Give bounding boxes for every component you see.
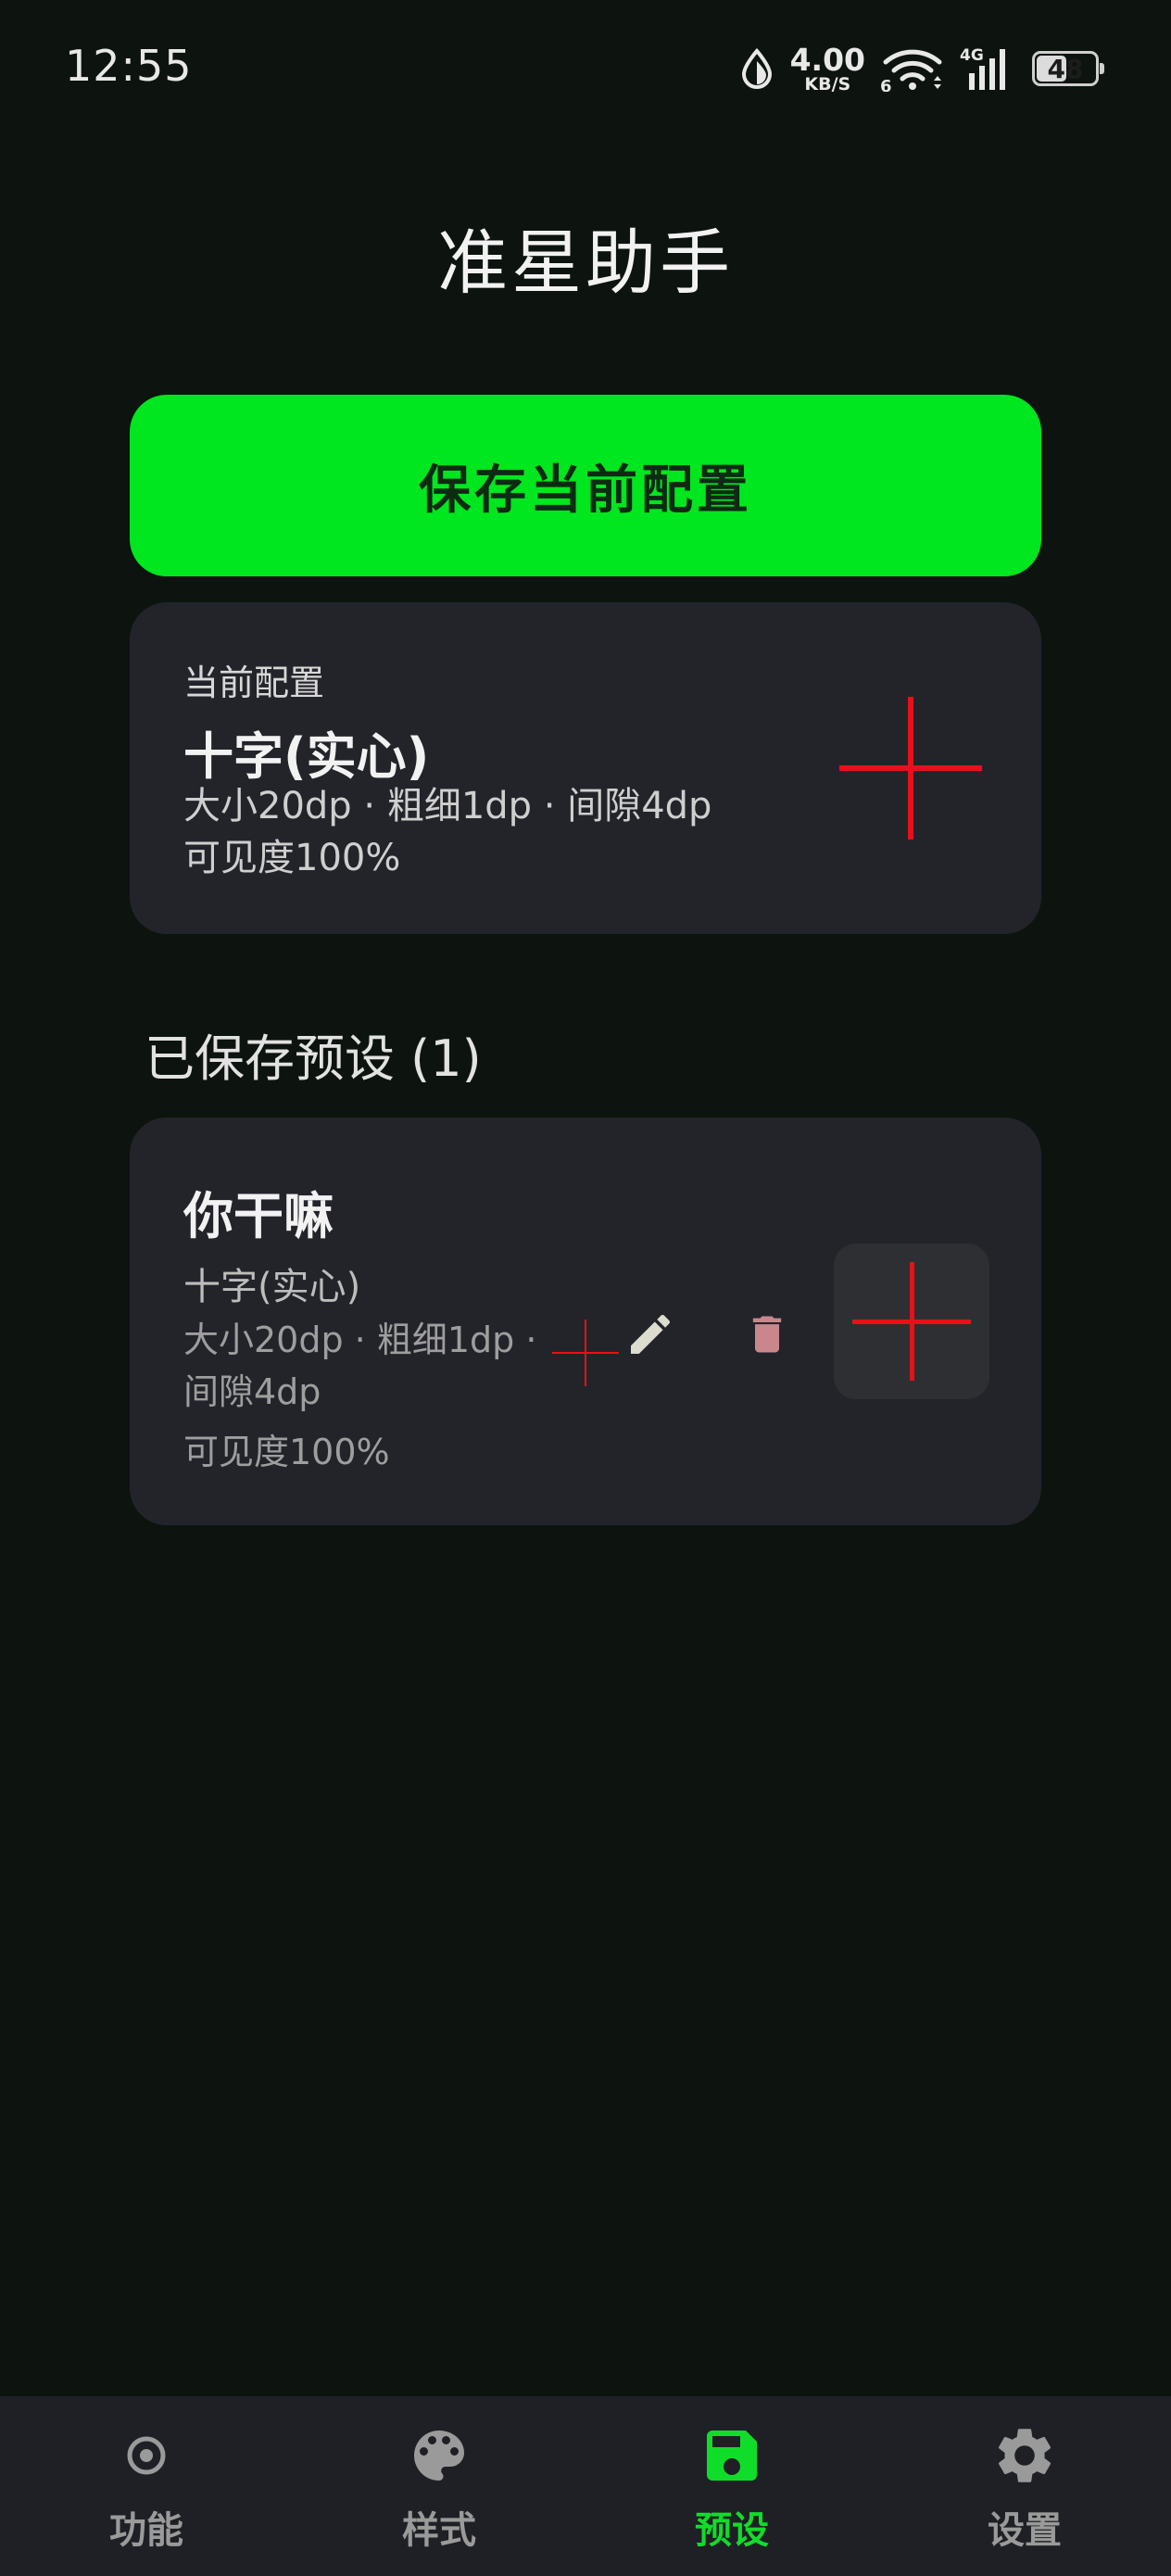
current-config-details: 大小20dp · 粗细1dp · 间隙4dp 可见度100% xyxy=(183,780,832,884)
delete-preset-button[interactable] xyxy=(723,1290,812,1379)
net-speed-unit: KB/S xyxy=(804,73,851,95)
saved-presets-heading: 已保存预设 (1) xyxy=(145,1029,482,1088)
palette-icon xyxy=(414,2431,464,2481)
preset-type: 十字(实心) xyxy=(183,1266,361,1308)
save-current-config-button[interactable]: 保存当前配置 xyxy=(130,395,1041,576)
nav-item-settings[interactable]: 设置 xyxy=(878,2396,1171,2576)
cell-signal-icon: 4G xyxy=(960,46,1005,90)
status-icons: 4.00 KB/S 6 4G 48 xyxy=(738,41,1104,96)
preset-params: 大小20dp · 粗细1dp · 间隙4dp xyxy=(183,1320,537,1412)
nav-item-style[interactable]: 样式 xyxy=(293,2396,586,2576)
nav-item-function[interactable]: 功能 xyxy=(0,2396,293,2576)
current-config-label: 当前配置 xyxy=(183,663,325,703)
pencil-icon xyxy=(631,1314,671,1354)
nav-label: 功能 xyxy=(109,2509,183,2552)
preset-visibility: 可见度100% xyxy=(183,1432,390,1472)
battery-level: 48 xyxy=(1047,53,1084,84)
crosshair-preview-icon xyxy=(852,1262,971,1381)
net-speed: 4.00 KB/S xyxy=(790,44,865,94)
nav-label: 设置 xyxy=(988,2509,1062,2552)
nav-label: 样式 xyxy=(402,2509,476,2552)
nav-label: 预设 xyxy=(695,2509,769,2552)
battery-indicator: 48 xyxy=(1032,51,1104,86)
status-bar: 12:55 4.00 KB/S 6 4G 48 xyxy=(0,0,1171,139)
trash-icon xyxy=(752,1316,782,1353)
preset-preview-button[interactable] xyxy=(834,1244,989,1399)
page-title: 准星助手 xyxy=(437,221,734,304)
data-saver-icon xyxy=(741,48,772,89)
current-config-params: 大小20dp · 粗细1dp · 间隙4dp xyxy=(183,785,712,827)
preset-name: 你干嘛 xyxy=(183,1187,334,1245)
wifi-sub: 6 xyxy=(880,77,892,92)
app-screen: 12:55 4.00 KB/S 6 4G 48 准星助手 保存当前配置 当前配置… xyxy=(0,0,1171,2576)
current-config-name: 十字(实心) xyxy=(183,727,430,786)
bottom-nav: 功能 样式 预设 设置 xyxy=(0,2396,1171,2576)
preset-card[interactable]: 你干嘛 十字(实心) 大小20dp · 粗细1dp · 间隙4dp 可见度100… xyxy=(130,1118,1041,1525)
wifi-icon: 6 xyxy=(880,49,942,92)
status-time: 12:55 xyxy=(65,41,193,91)
edit-preset-button[interactable] xyxy=(606,1290,695,1379)
current-config-visibility: 可见度100% xyxy=(183,837,401,879)
cell-type: 4G xyxy=(960,46,984,65)
crosshair-preview-icon xyxy=(839,697,982,840)
current-config-card: 当前配置 十字(实心) 大小20dp · 粗细1dp · 间隙4dp 可见度10… xyxy=(130,602,1041,934)
nav-item-presets[interactable]: 预设 xyxy=(586,2396,878,2576)
net-speed-value: 4.00 xyxy=(789,41,865,78)
target-icon xyxy=(127,2436,166,2475)
gear-icon xyxy=(999,2429,1051,2482)
save-icon xyxy=(707,2431,757,2481)
